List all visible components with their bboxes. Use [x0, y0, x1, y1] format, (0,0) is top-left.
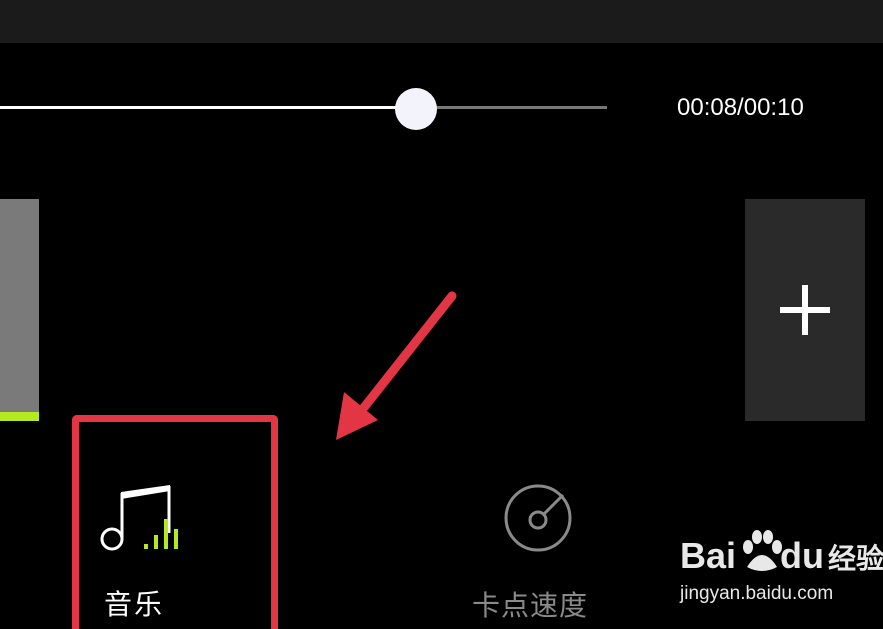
watermark-url: jingyan.baidu.com	[680, 583, 834, 604]
beat-disc-icon	[504, 484, 572, 552]
watermark-brand-latin: Bai	[680, 535, 737, 576]
plus-icon	[780, 285, 830, 335]
progress-track[interactable]	[0, 106, 607, 109]
clip-audio-bar	[0, 412, 39, 421]
watermark-brand-latin-2: du	[780, 535, 825, 576]
watermark-brand-cn: 经验	[828, 543, 883, 574]
music-label: 音乐	[104, 588, 165, 621]
progress-fill	[0, 106, 416, 109]
top-bar	[0, 0, 883, 43]
baidu-jingyan-watermark: Bai du 经验 jingyan.baidu.com	[680, 530, 883, 611]
add-clip-button[interactable]	[745, 199, 865, 421]
paw-icon	[743, 530, 782, 571]
beat-speed-label: 卡点速度	[472, 589, 589, 622]
progress-thumb[interactable]	[395, 88, 437, 130]
music-note-icon	[100, 485, 178, 551]
time-display: 00:08/00:10	[677, 94, 804, 121]
video-clip-thumbnail[interactable]	[0, 199, 39, 421]
